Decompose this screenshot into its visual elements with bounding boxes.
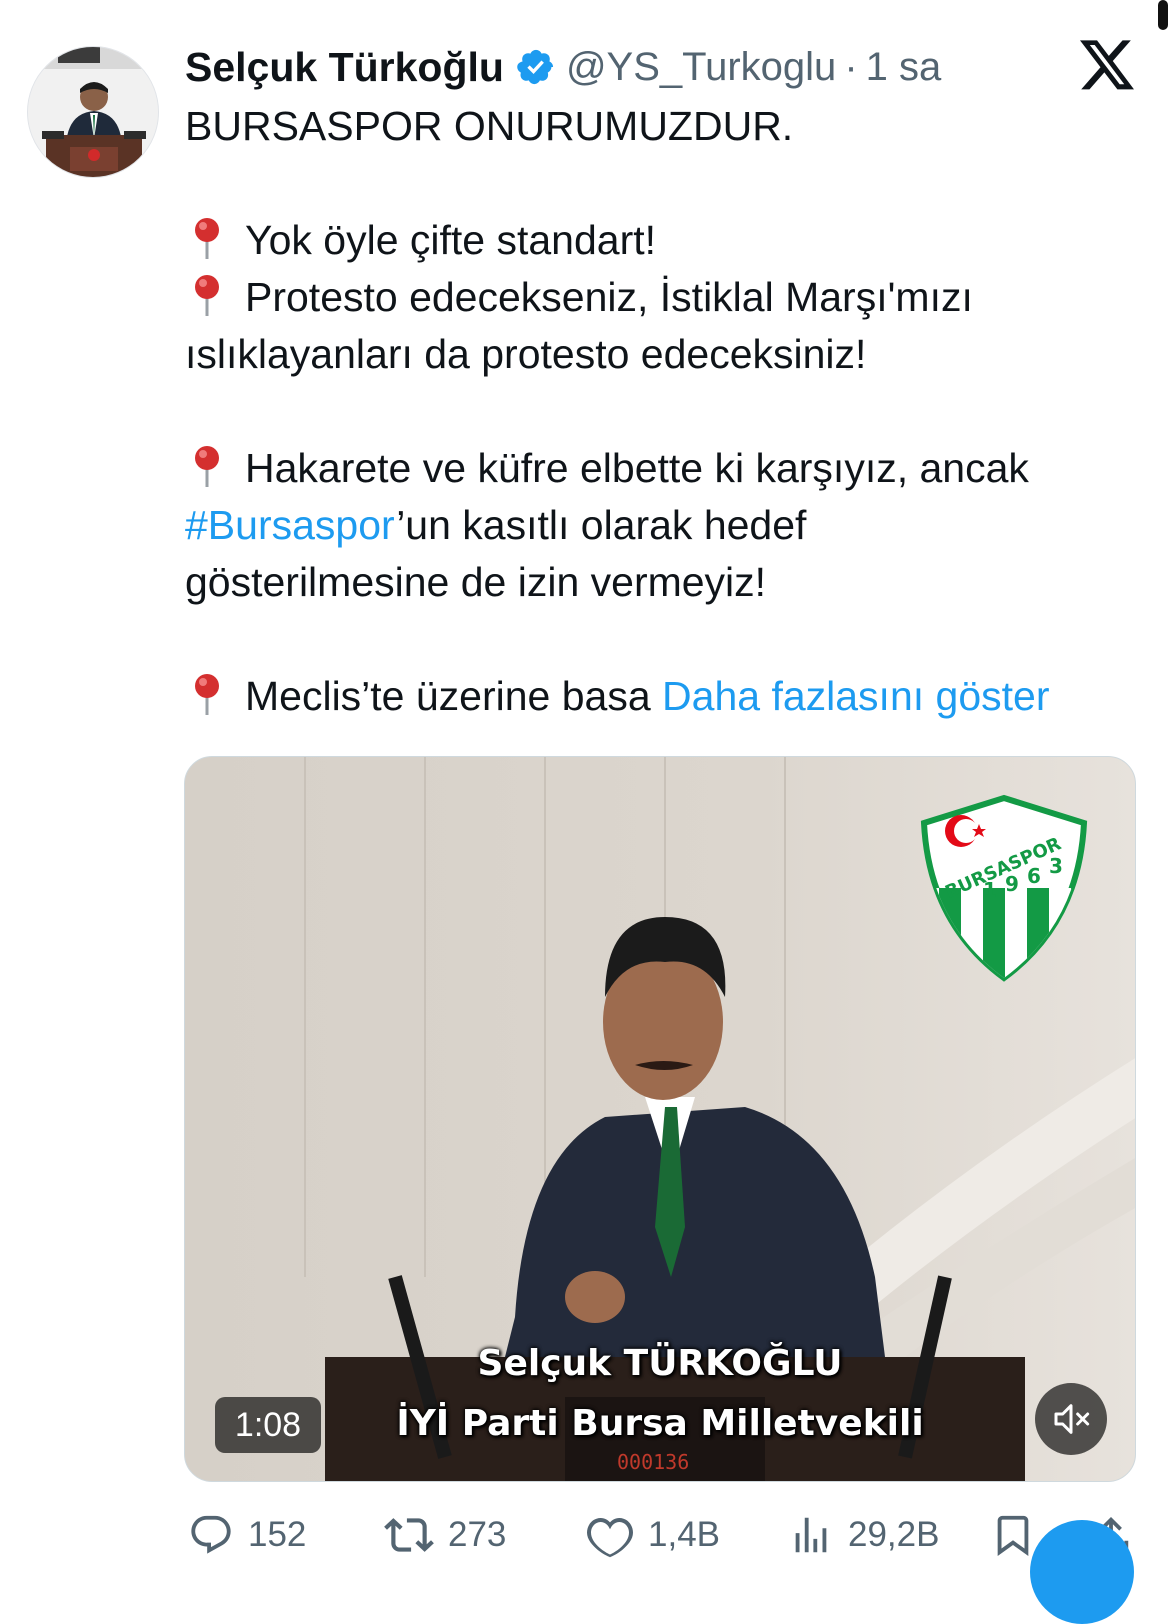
author-handle[interactable]: @YS_Turkoglu [566, 45, 836, 90]
tweet-line-2-text: Yok öyle çifte standart! [245, 217, 657, 263]
tweet-line-6-text: ’un kasıtlı olarak hedef [396, 502, 807, 548]
author-name[interactable]: Selçuk Türkoğlu [185, 44, 504, 91]
reply-count: 152 [248, 1515, 307, 1554]
tweet-line-5: Hakarete ve küfre elbette ki karşıyız, a… [185, 440, 1145, 497]
author-avatar[interactable] [27, 46, 159, 178]
pushpin-icon [195, 674, 219, 715]
compose-fab-button[interactable] [1030, 1520, 1134, 1624]
tweet-line-5-text: Hakarete ve küfre elbette ki karşıyız, a… [245, 445, 1029, 491]
like-count: 1,4B [648, 1515, 720, 1554]
views-count: 29,2B [848, 1515, 940, 1554]
tweet-body: BURSASPOR ONURUMUZDUR. Yok öyle çifte st… [185, 98, 1145, 725]
video-counter: 000136 [617, 1450, 689, 1474]
reply-button[interactable]: 152 [188, 1508, 306, 1562]
pushpin-icon [195, 218, 219, 259]
views-button[interactable]: 29,2B [788, 1508, 939, 1562]
tweet-line-6: #Bursaspor’un kasıtlı olarak hedef [185, 497, 1145, 554]
analytics-icon [795, 1517, 827, 1553]
hashtag-bursaspor[interactable]: #Bursaspor [185, 502, 396, 548]
mute-button[interactable] [1035, 1383, 1107, 1455]
logo-year-2: 9 [1005, 872, 1019, 896]
tweet-line-1: BURSASPOR ONURUMUZDUR. [185, 103, 794, 149]
reply-icon [191, 1515, 231, 1554]
tweet-header: Selçuk Türkoğlu @YS_Turkoglu · 1 sa [185, 40, 1045, 94]
logo-year-1: 1 [983, 878, 997, 902]
retweet-count: 273 [448, 1515, 507, 1554]
tweet-line-4: ıslıklayanları da protesto edeceksiniz! [185, 331, 867, 377]
pushpin-icon [195, 446, 219, 487]
pushpin-icon [195, 275, 219, 316]
heart-icon [587, 1517, 633, 1558]
tweet-line-3: Protesto edecekseniz, İstiklal Marşı'mız… [185, 269, 1145, 326]
video-caption-name: Selçuk TÜRKOĞLU [477, 1343, 843, 1384]
retweet-icon [384, 1518, 434, 1552]
tweet-timestamp[interactable]: 1 sa [866, 45, 942, 90]
logo-year-4: 3 [1049, 854, 1063, 878]
retweet-button[interactable]: 273 [384, 1508, 506, 1562]
bookmark-icon [997, 1515, 1029, 1556]
tweet-line-8: Meclis’te üzerine basa Daha fazlasını gö… [185, 668, 1145, 725]
like-button[interactable]: 1,4B [586, 1508, 720, 1562]
bookmark-button[interactable] [990, 1508, 1036, 1562]
tweet-action-bar: 152 273 1,4B 29,2B [184, 1508, 1154, 1568]
tweet-line-2: Yok öyle çifte standart! [185, 212, 1145, 269]
logo-year-3: 6 [1027, 864, 1041, 888]
x-logo-icon[interactable] [1080, 40, 1136, 92]
bursaspor-logo: BURSASPOR 1 9 6 3 [920, 794, 1088, 982]
video-duration-badge: 1:08 [215, 1397, 321, 1453]
tweet-line-8-text: Meclis’te üzerine basa [245, 673, 651, 719]
tweet-line-7: gösterilmesine de izin vermeyiz! [185, 559, 767, 605]
header-separator: · [844, 44, 858, 89]
tweet-line-3-text: Protesto edecekseniz, İstiklal Marşı'mız… [245, 274, 973, 320]
video-player[interactable]: 000136 BURSASPOR 1 9 6 3 Selçuk TÜRKOĞLU… [184, 756, 1136, 1482]
video-caption-title: İYİ Parti Bursa Milletvekili [396, 1403, 924, 1444]
verified-badge-icon [516, 47, 556, 87]
scrollbar[interactable] [1158, 0, 1168, 30]
avatar-photo [28, 47, 158, 177]
speaker-muted-icon [1054, 1404, 1090, 1434]
show-more-link[interactable]: Daha fazlasını göster [662, 673, 1049, 719]
